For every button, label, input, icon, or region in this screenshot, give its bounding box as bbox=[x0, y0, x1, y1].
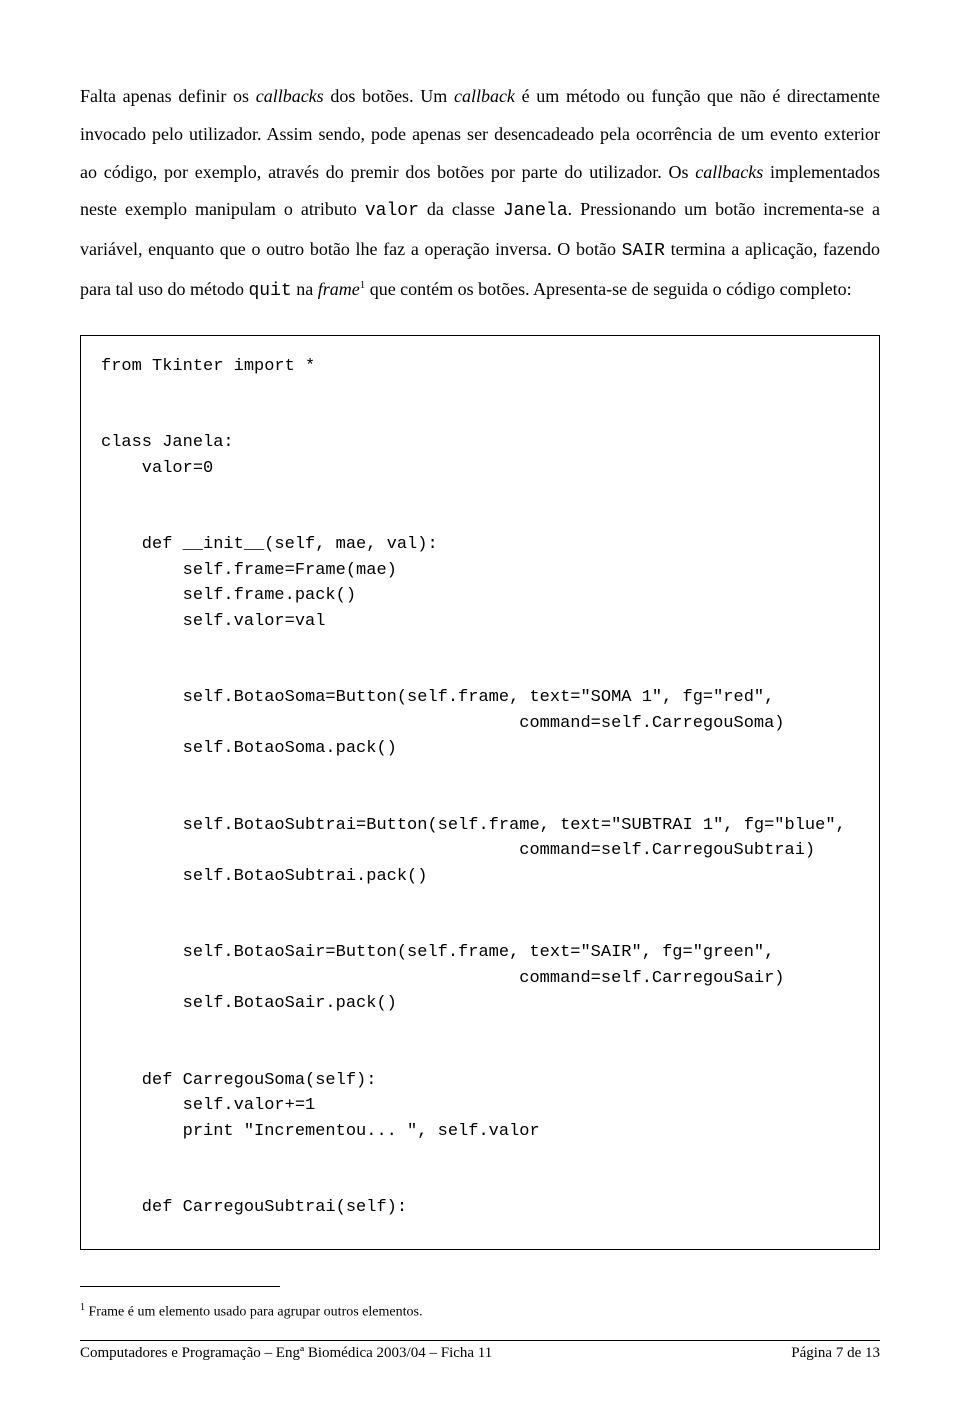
code-quit: quit bbox=[248, 281, 291, 301]
footnote-1: 1 Frame é um elemento usado para agrupar… bbox=[80, 1301, 880, 1322]
footnote-text: Frame é um elemento usado para agrupar o… bbox=[85, 1304, 422, 1319]
italic-callbacks: callbacks bbox=[256, 86, 324, 106]
code-sair: SAIR bbox=[622, 241, 665, 261]
paragraph-main: Falta apenas definir os callbacks dos bo… bbox=[80, 78, 880, 311]
italic-frame: frame bbox=[318, 279, 360, 299]
footnote-separator bbox=[80, 1286, 280, 1287]
italic-callbacks-2: callbacks bbox=[695, 162, 763, 182]
footer-separator bbox=[80, 1340, 880, 1341]
italic-callback: callback bbox=[454, 86, 515, 106]
footer-left: Computadores e Programação – Engª Bioméd… bbox=[80, 1345, 492, 1362]
code-listing: from Tkinter import * class Janela: valo… bbox=[80, 335, 880, 1250]
page-footer: Computadores e Programação – Engª Bioméd… bbox=[80, 1345, 880, 1362]
text: que contém os botões. Apresenta-se de se… bbox=[365, 279, 851, 299]
text: da classe bbox=[419, 199, 503, 219]
code-valor: valor bbox=[365, 201, 419, 221]
code-content: from Tkinter import * class Janela: valo… bbox=[101, 357, 846, 1218]
text: Falta apenas definir os bbox=[80, 86, 256, 106]
footer-right: Página 7 de 13 bbox=[791, 1345, 880, 1362]
text: na bbox=[292, 279, 318, 299]
code-janela: Janela bbox=[503, 201, 568, 221]
page: Falta apenas definir os callbacks dos bo… bbox=[0, 0, 960, 1414]
text: dos botões. Um bbox=[324, 86, 454, 106]
